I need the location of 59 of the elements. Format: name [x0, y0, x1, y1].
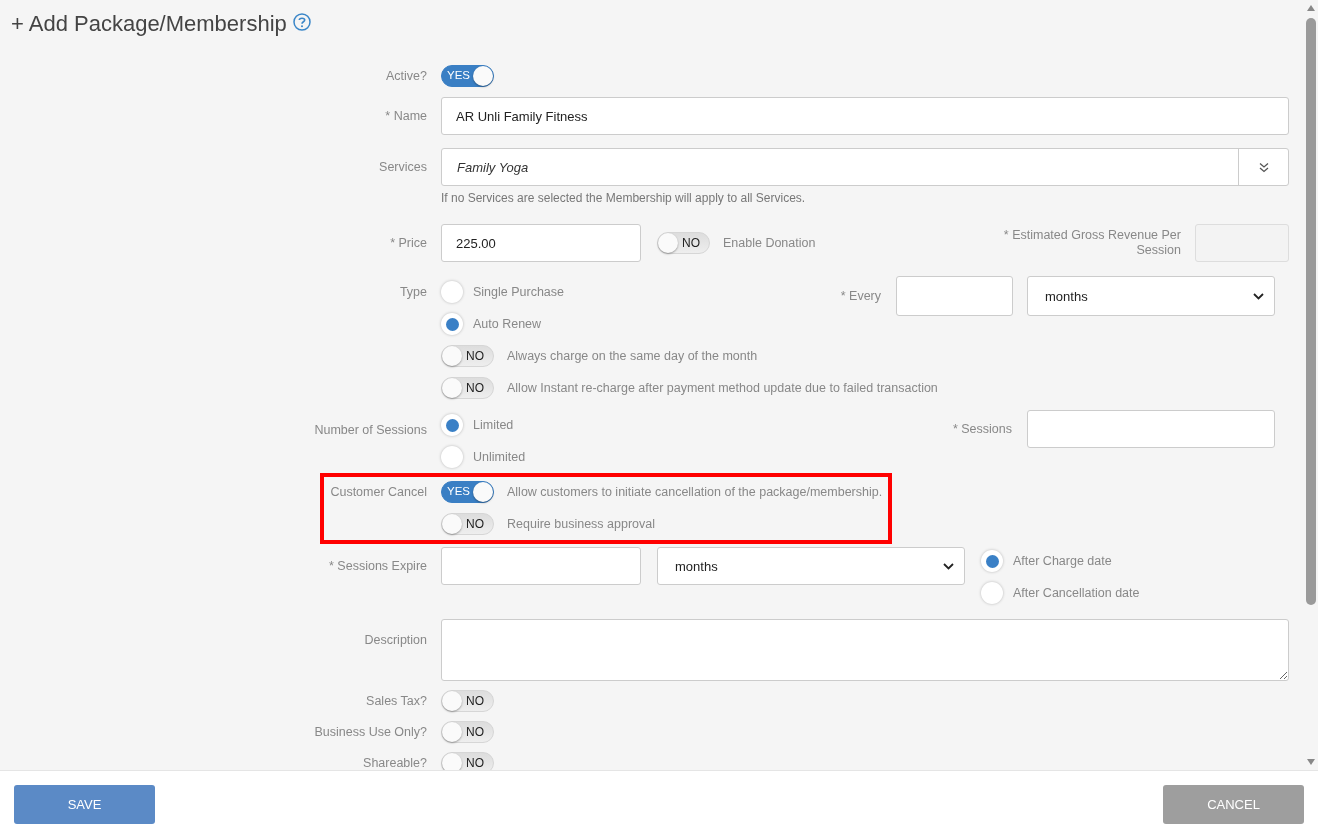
toggle-label: Require business approval — [507, 517, 655, 531]
toggle-label: Allow customers to initiate cancellation of the package/membership. — [507, 485, 883, 499]
chevron-down-icon — [943, 562, 954, 570]
field-label: Number of Sessions — [313, 422, 427, 439]
field-label: Services — [378, 159, 427, 176]
page-title: + Add Package/Membership — [11, 11, 287, 37]
services-hint: If no Services are selected the Membership will apply to all Services. — [441, 191, 807, 205]
sessions-field[interactable] — [1027, 410, 1275, 448]
field-label: * Estimated Gross Revenue Per Session — [1002, 228, 1181, 258]
radio-label: Single Purchase — [473, 285, 565, 299]
name-field[interactable]: AR Unli Family Fitness — [441, 97, 1289, 135]
radio-button[interactable] — [981, 582, 1003, 604]
field-label: Type — [398, 284, 427, 301]
double-chevron-icon — [1258, 161, 1269, 173]
description-field[interactable] — [441, 619, 1289, 681]
scroll-down-icon[interactable] — [1306, 758, 1316, 766]
services-field[interactable]: Family Yoga — [441, 148, 1289, 186]
radio-button[interactable] — [981, 550, 1003, 572]
toggle-switch[interactable]: NO — [657, 232, 710, 254]
toggle-switch[interactable]: NO — [441, 752, 494, 770]
toggle-switch[interactable]: NO — [441, 513, 494, 535]
toggle-label: Enable Donation — [723, 236, 816, 250]
radio-label: After Cancellation date — [1013, 586, 1140, 600]
help-icon[interactable] — [292, 13, 311, 31]
radio-button[interactable] — [441, 313, 463, 335]
toggle-switch[interactable]: NO — [441, 377, 494, 399]
radio-label: Auto Renew — [473, 317, 542, 331]
field-label: Sales Tax? — [365, 693, 427, 710]
expire-field[interactable] — [441, 547, 641, 585]
radio-label: Unlimited — [473, 450, 526, 464]
field-label: Active? — [385, 68, 427, 85]
chevron-down-icon — [1253, 292, 1264, 300]
field-label: * Sessions Expire — [328, 558, 427, 575]
scroll-up-icon[interactable] — [1306, 4, 1316, 12]
radio-label: After Charge date — [1013, 554, 1112, 568]
unit-select[interactable]: months — [657, 547, 965, 585]
field-label: Business Use Only? — [313, 724, 427, 741]
toggle-switch[interactable]: NO — [441, 690, 494, 712]
unit-select[interactable]: months — [1027, 276, 1275, 316]
field-label: Description — [363, 632, 427, 649]
radio-button[interactable] — [441, 281, 463, 303]
field-label: * Price — [389, 235, 427, 252]
radio-button[interactable] — [441, 446, 463, 468]
toggle-switch[interactable]: NO — [441, 721, 494, 743]
toggle-label: Always charge on the same day of the month — [507, 349, 758, 363]
toggle-switch[interactable]: YES — [441, 481, 494, 503]
field-label: * Every — [840, 288, 881, 305]
radio-button[interactable] — [441, 414, 463, 436]
radio-label: Limited — [473, 418, 514, 432]
toggle-switch[interactable]: NO — [441, 345, 494, 367]
field-label: * Sessions — [952, 421, 1012, 438]
every-field[interactable] — [896, 276, 1013, 316]
toggle-label: Allow Instant re-charge after payment method update due to failed transaction — [507, 381, 938, 395]
price-field[interactable]: 225.00 — [441, 224, 641, 262]
field-label: Customer Cancel — [329, 484, 427, 501]
save-button[interactable]: SAVE — [14, 784, 155, 824]
toggle-switch[interactable]: YES — [441, 65, 494, 87]
field-label: Shareable? — [362, 755, 427, 770]
field-label: * Name — [384, 108, 427, 125]
